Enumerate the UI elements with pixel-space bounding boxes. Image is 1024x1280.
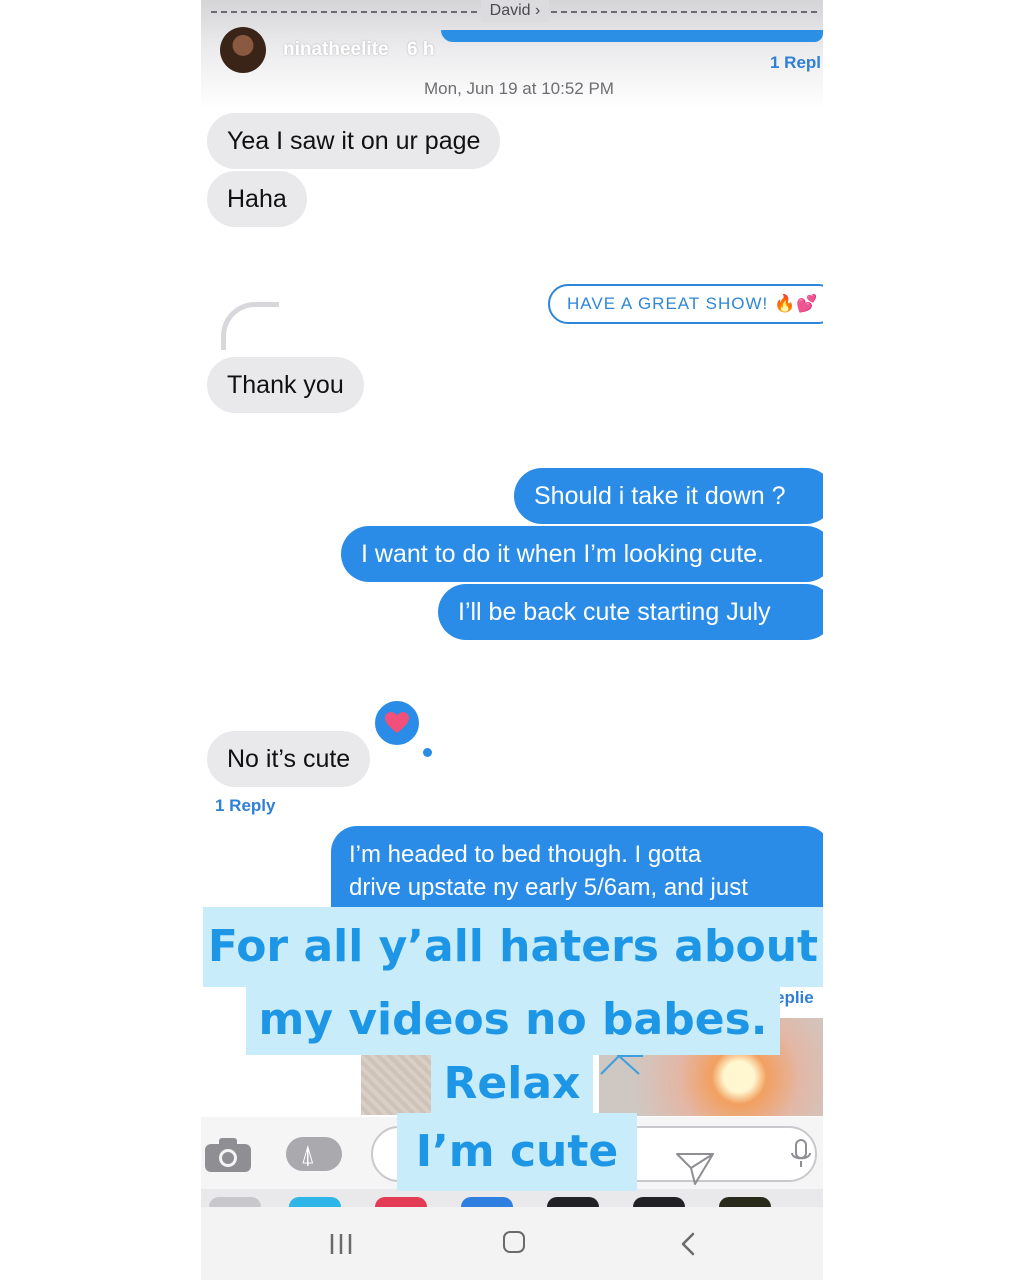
tapback-dot	[423, 748, 432, 757]
reply-count-link[interactable]: 1 Repl	[770, 53, 821, 73]
app-drawer-strip	[201, 1189, 823, 1217]
caption-line: I’m cute	[397, 1113, 637, 1191]
story-reply-card[interactable]: HAVE A GREAT SHOW! 🔥💕	[548, 284, 823, 324]
message-bubble-received[interactable]: Thank you	[207, 357, 364, 413]
avatar[interactable]	[220, 27, 266, 73]
story-screen: David › ninatheelite 6 h 1 Repl Mon, Jun…	[201, 0, 823, 1280]
contact-name: David ›	[481, 0, 549, 22]
send-icon[interactable]	[675, 1150, 715, 1186]
message-bubble-sent[interactable]: Should i take it down ?	[514, 468, 823, 524]
previous-message-bubble	[441, 30, 823, 42]
message-bubble-sent[interactable]: I want to do it when I’m looking cute.	[341, 526, 823, 582]
caption-line: Relax	[431, 1055, 593, 1113]
caption-line: my videos no babes.	[246, 987, 780, 1055]
message-bubble-received[interactable]: Haha	[207, 171, 307, 227]
home-icon[interactable]	[503, 1231, 525, 1253]
story-time-ago: 6 h	[407, 39, 435, 60]
reply-thread-line	[221, 302, 279, 350]
replies-link[interactable]: eplie	[775, 988, 814, 1008]
message-bubble-sent[interactable]: I’ll be back cute starting July	[438, 584, 823, 640]
message-bubble-received[interactable]: No it’s cute	[207, 731, 371, 787]
back-icon[interactable]	[679, 1232, 697, 1256]
thread-timestamp: Mon, Jun 19 at 10:52 PM	[424, 79, 614, 98]
photo-thumbnail[interactable]	[361, 1055, 431, 1115]
story-username[interactable]: ninatheelite	[283, 39, 389, 61]
microphone-icon[interactable]	[789, 1138, 813, 1172]
reply-count-link[interactable]: 1 Reply	[215, 796, 275, 816]
message-line: drive upstate ny early 5/6am, and just	[349, 874, 748, 901]
message-line: I’m headed to bed though. I gotta	[349, 841, 702, 868]
message-bubble-received[interactable]: Yea I saw it on ur page	[207, 113, 501, 169]
recents-icon[interactable]	[329, 1233, 353, 1255]
heart-tapback-icon	[371, 697, 423, 749]
camera-icon[interactable]	[203, 1136, 253, 1174]
app-store-icon[interactable]: ⍋	[286, 1137, 342, 1171]
caption-line: For all y’all haters about	[203, 907, 823, 987]
